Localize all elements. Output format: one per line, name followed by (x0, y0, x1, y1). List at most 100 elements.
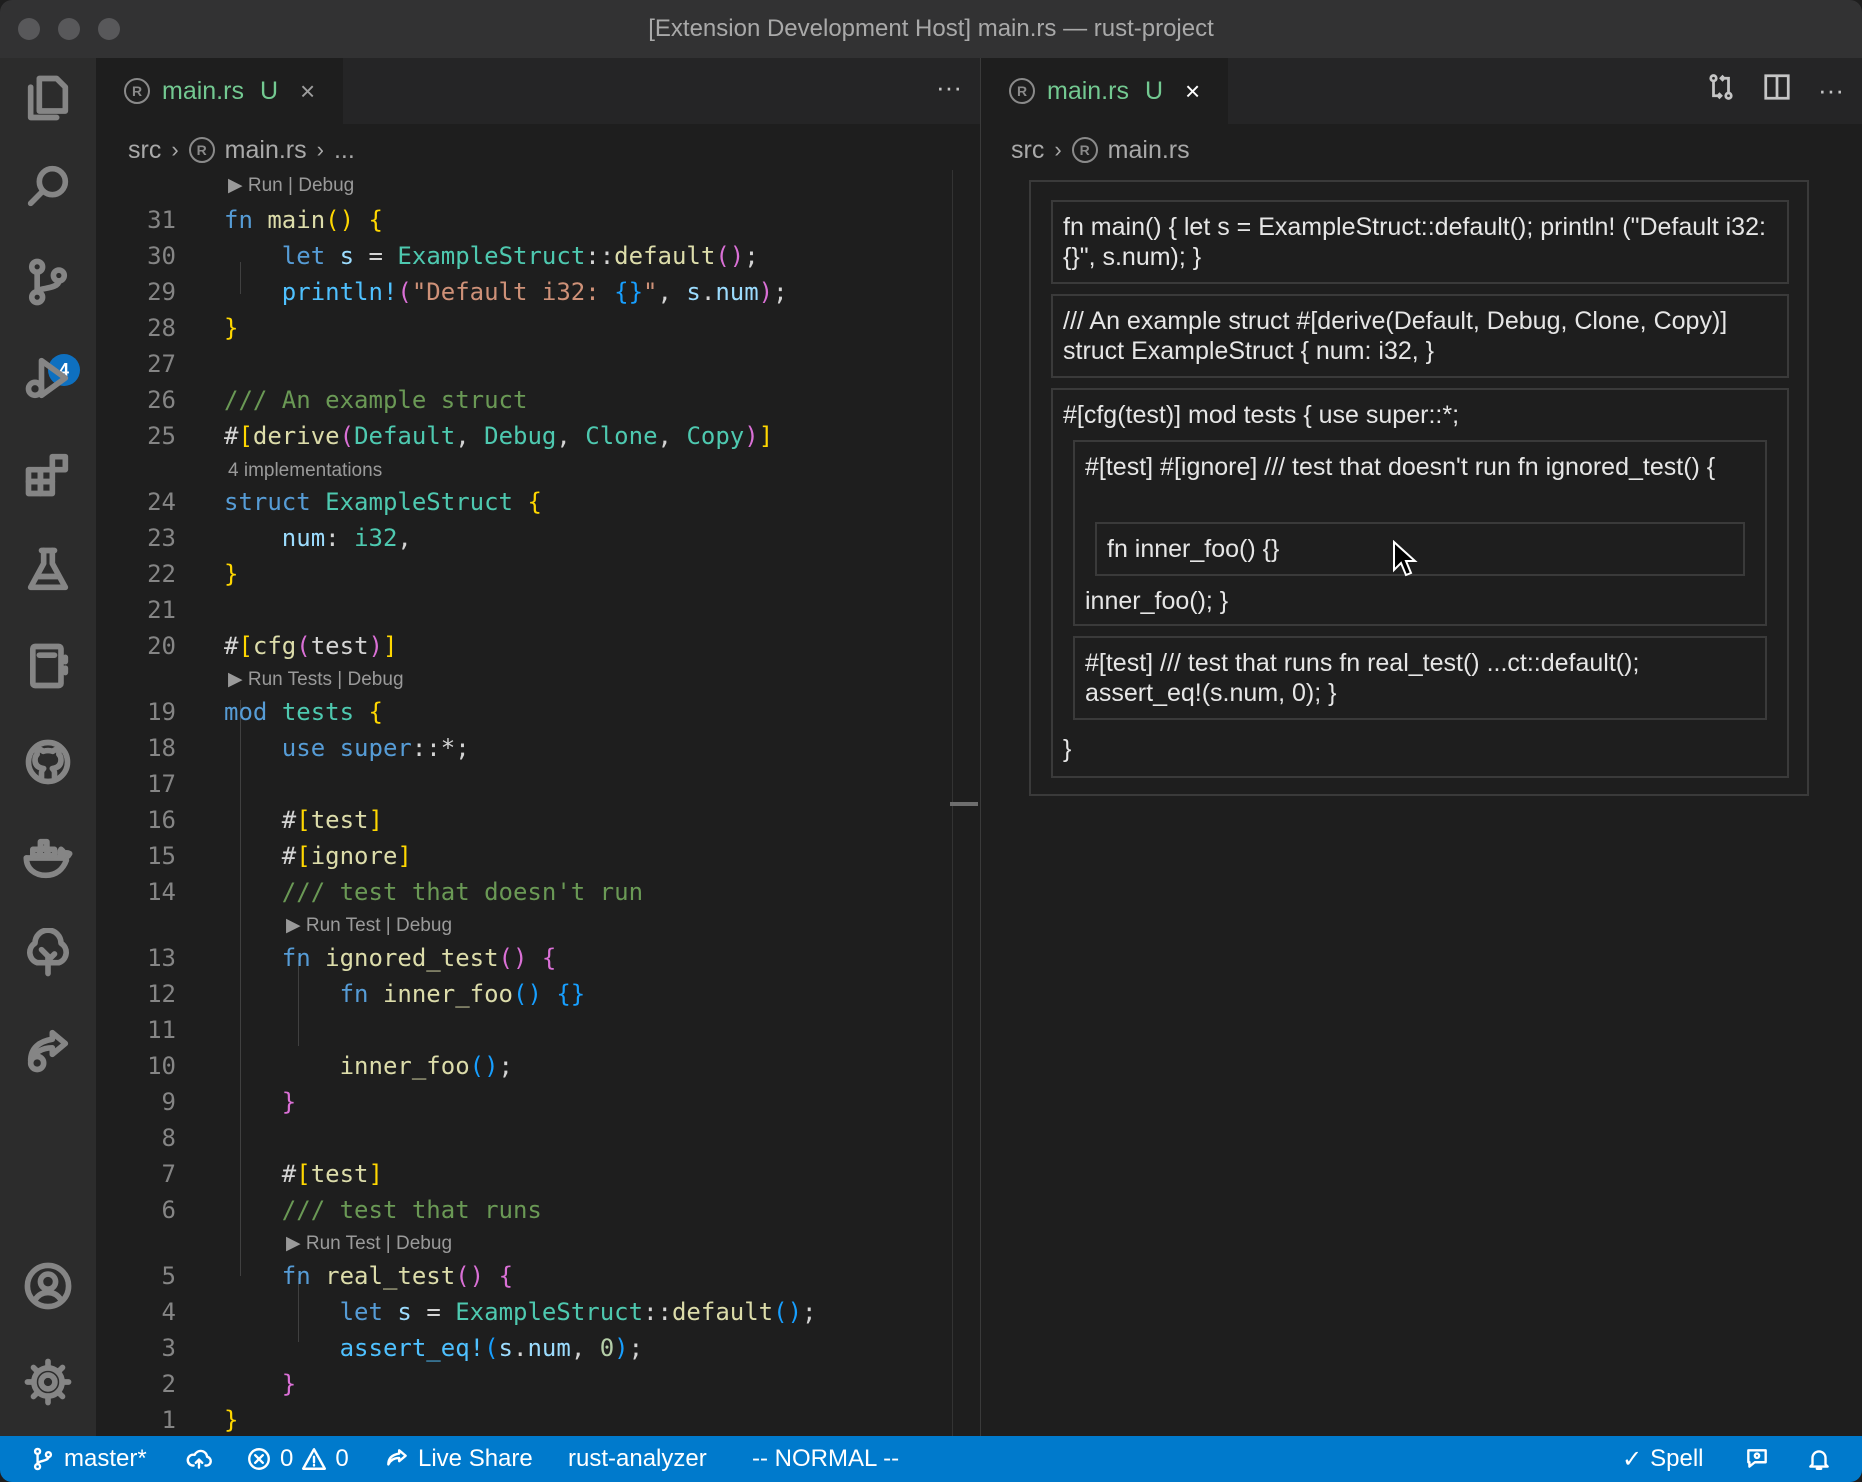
block-ignored-test[interactable]: #[test] #[ignore] /// test that doesn't … (1073, 440, 1767, 626)
minimize-window-button[interactable] (58, 18, 80, 40)
error-count: 0 (280, 1445, 294, 1472)
code-line: 16 #[test] (147, 806, 383, 834)
source-control-icon[interactable] (20, 254, 76, 310)
files-icon[interactable] (20, 70, 76, 126)
breadcrumb-item[interactable]: src (1011, 136, 1044, 165)
close-window-button[interactable] (18, 18, 40, 40)
close-tab-icon[interactable]: × (1185, 76, 1200, 107)
problems-indicator[interactable]: 0 0 (246, 1436, 349, 1482)
git-status-untracked: U (1144, 76, 1164, 105)
notifications-button[interactable] (1806, 1436, 1832, 1482)
tab-main-rs-right[interactable]: R main.rs U × (981, 58, 1229, 124)
title-bar: [Extension Development Host] main.rs — r… (0, 0, 1862, 58)
spell-label: Spell (1650, 1445, 1704, 1472)
tab-label: main.rs (1047, 76, 1129, 105)
open-changes-icon[interactable] (1706, 72, 1736, 109)
account-icon[interactable] (20, 1258, 76, 1314)
mouse-cursor-icon (1393, 540, 1418, 577)
code-line: 22} (147, 560, 239, 588)
git-branch-indicator[interactable]: master* (30, 1436, 147, 1482)
code-line: 23 num: i32, (147, 524, 412, 552)
code-line: 19 mod tests { (147, 698, 383, 726)
code-line: 24 struct ExampleStruct { (147, 488, 542, 516)
activity-bar: 4 (0, 58, 96, 1436)
more-actions-icon[interactable]: ··· (1818, 75, 1844, 106)
live-share-icon (387, 1449, 407, 1466)
vim-mode-indicator: -- NORMAL -- (752, 1436, 899, 1482)
extensions-icon[interactable] (20, 446, 76, 502)
testing-icon[interactable] (20, 542, 76, 598)
scrollbar-thumb[interactable] (950, 802, 978, 806)
code-line: 2 } (161, 1370, 297, 1398)
code-line: 25 #[derive(Default, Debug, Clone, Copy)] (147, 422, 774, 450)
close-tab-icon[interactable]: × (300, 76, 315, 107)
search-icon[interactable] (20, 158, 76, 214)
tab-main-rs-left[interactable]: R main.rs U × (96, 58, 344, 124)
block-real-test[interactable]: #[test] /// test that runs fn real_test(… (1073, 636, 1767, 720)
code-lens-run-test[interactable]: ▶ Run Test | Debug (286, 1232, 452, 1255)
split-editor-icon[interactable] (1762, 72, 1792, 109)
run-debug-icon[interactable] (20, 350, 76, 406)
code-lens-run-debug[interactable]: ▶ Run | Debug (228, 174, 354, 197)
right-editor-group: R main.rs U × ··· src › R main.rs fn mai… (980, 58, 1862, 1436)
bell-icon (1809, 1450, 1829, 1470)
live-share-icon[interactable] (20, 1022, 76, 1078)
sync-button[interactable] (186, 1436, 212, 1482)
breadcrumb: src › R main.rs › ... (128, 130, 355, 170)
language-server-label: rust-analyzer (568, 1445, 707, 1472)
feedback-icon (1747, 1449, 1767, 1468)
breadcrumb-item[interactable]: src (128, 136, 161, 165)
warning-icon (302, 1448, 327, 1470)
block-main[interactable]: fn main() { let s = ExampleStruct::defau… (1051, 200, 1789, 284)
maximize-window-button[interactable] (98, 18, 120, 40)
status-bar: master* 0 0 Live Share rust-analyzer -- … (0, 1436, 1862, 1482)
language-server-status[interactable]: rust-analyzer (568, 1436, 707, 1482)
breadcrumb-item[interactable]: main.rs (1108, 136, 1190, 165)
settings-gear-icon[interactable] (20, 1354, 76, 1410)
left-tab-bar: R main.rs U × ··· (96, 58, 980, 124)
vscode-window: [Extension Development Host] main.rs — r… (0, 0, 1862, 1482)
code-lens-run-tests[interactable]: ▶ Run Tests | Debug (228, 668, 404, 691)
code-line: 8 (161, 1124, 176, 1152)
code-line: 9 } (161, 1088, 297, 1116)
code-line: 14 /// test that doesn't run (147, 878, 644, 906)
code-line: 18 use super::*; (147, 734, 470, 762)
rust-file-icon: R (1009, 78, 1035, 104)
window-title: [Extension Development Host] main.rs — r… (648, 15, 1214, 42)
block-inner-foo[interactable]: fn inner_foo() {} (1095, 522, 1745, 576)
code-line: 4 let s = ExampleStruct::default(); (161, 1298, 817, 1326)
code-line: 6 /// test that runs (161, 1196, 542, 1224)
code-lens-run-test[interactable]: ▶ Run Test | Debug (286, 914, 452, 937)
code-line: 10 inner_foo(); (147, 1052, 513, 1080)
code-line: 13 fn ignored_test() { (147, 944, 557, 972)
block-struct[interactable]: /// An example struct #[derive(Default, … (1051, 294, 1789, 378)
code-lens-implementations[interactable]: 4 implementations (228, 460, 382, 482)
code-line: 30 let s = ExampleStruct::default(); (147, 242, 759, 270)
vim-mode-label: -- NORMAL -- (752, 1445, 900, 1472)
rust-file-icon: R (124, 78, 150, 104)
right-tab-bar: R main.rs U × ··· (981, 58, 1862, 124)
tree-icon[interactable] (20, 926, 76, 982)
notebook-icon[interactable] (20, 638, 76, 694)
tab-label: main.rs (162, 76, 244, 105)
feedback-button[interactable] (1744, 1436, 1770, 1482)
block-ignored-tail: inner_foo(); } (1085, 587, 1229, 615)
checkmark-icon: ✓ (1622, 1445, 1643, 1473)
breadcrumb-item[interactable]: ... (334, 136, 355, 165)
code-line: 11 (147, 1016, 176, 1044)
breadcrumb: src › R main.rs (1011, 130, 1190, 170)
block-tests-module[interactable]: #[cfg(test)] mod tests { use super::*; #… (1051, 388, 1789, 778)
github-icon[interactable] (20, 734, 76, 790)
more-actions-icon[interactable]: ··· (936, 72, 962, 103)
live-share-label: Live Share (418, 1445, 533, 1472)
code-line: 28} (147, 314, 239, 342)
left-editor-actions: ··· (936, 72, 962, 103)
docker-icon[interactable] (20, 830, 76, 886)
live-share-button[interactable]: Live Share (384, 1436, 533, 1482)
code-line: 7 #[test] (161, 1160, 383, 1188)
spell-check-button[interactable]: ✓ Spell (1622, 1436, 1703, 1482)
breadcrumb-item[interactable]: main.rs (225, 136, 307, 165)
block-ignored-head: #[test] #[ignore] /// test that doesn't … (1085, 453, 1716, 481)
code-line: 27 (147, 350, 176, 378)
chevron-right-icon: › (1054, 137, 1062, 162)
